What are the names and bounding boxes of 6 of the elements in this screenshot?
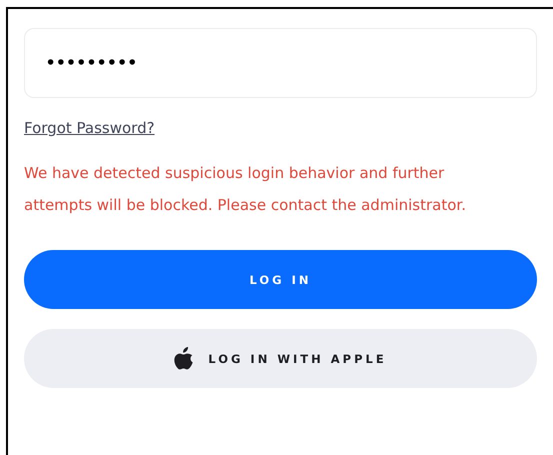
forgot-password-link[interactable]: Forgot Password? (24, 119, 155, 137)
apple-login-button[interactable]: LOG IN WITH APPLE (24, 329, 537, 388)
password-field[interactable]: ••••••••• (24, 28, 537, 98)
login-button[interactable]: LOG IN (24, 250, 537, 309)
apple-icon (174, 346, 194, 370)
error-message: We have detected suspicious login behavior and further attempts will be blocked. Please contact the administrator. (24, 163, 467, 216)
